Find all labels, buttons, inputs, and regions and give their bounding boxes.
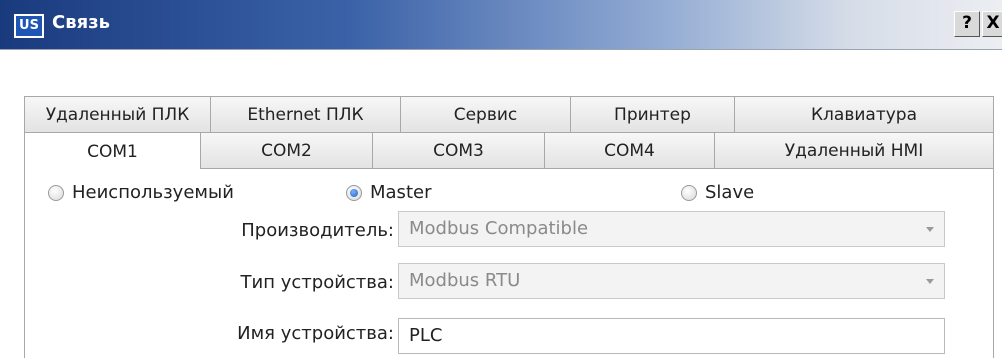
radio-slave-label: Slave bbox=[705, 182, 755, 203]
tab-com1[interactable]: COM1 bbox=[24, 132, 200, 170]
tab-printer[interactable]: Принтер bbox=[570, 96, 734, 132]
device-type-select[interactable]: Modbus RTU bbox=[398, 263, 945, 299]
device-type-value: Modbus RTU bbox=[409, 270, 521, 291]
tab-com4[interactable]: COM4 bbox=[544, 132, 714, 168]
manufacturer-label: Производитель: bbox=[241, 220, 394, 241]
tab-remote-plc[interactable]: Удаленный ПЛК bbox=[24, 96, 210, 132]
radio-slave[interactable]: Slave bbox=[681, 182, 754, 203]
device-name-label: Имя устройства: bbox=[237, 323, 394, 344]
close-button[interactable]: X bbox=[982, 11, 1002, 37]
tab-ethernet-plc[interactable]: Ethernet ПЛК bbox=[210, 96, 400, 132]
manufacturer-value: Modbus Compatible bbox=[409, 218, 589, 239]
radio-unused-circle[interactable] bbox=[48, 184, 64, 201]
tab-com3[interactable]: COM3 bbox=[372, 132, 544, 168]
help-button[interactable]: ? bbox=[954, 11, 980, 37]
device-type-label: Тип устройства: bbox=[240, 272, 394, 293]
device-name-input[interactable]: PLC bbox=[398, 318, 945, 354]
window-title: Связь bbox=[52, 12, 110, 33]
tab-row-back: Удаленный ПЛК Ethernet ПЛК Сервис Принте… bbox=[24, 96, 994, 132]
radio-slave-circle[interactable] bbox=[681, 184, 697, 201]
radio-master[interactable]: Master bbox=[346, 182, 431, 203]
title-bar: US Связь ? X bbox=[0, 0, 1002, 50]
radio-master-label: Master bbox=[370, 182, 432, 203]
tab-remote-hmi[interactable]: Удаленный HMI bbox=[714, 132, 994, 168]
tab-com2[interactable]: COM2 bbox=[200, 132, 372, 168]
radio-unused[interactable]: Неиспользуемый bbox=[48, 182, 234, 203]
radio-master-circle[interactable] bbox=[346, 184, 362, 201]
chevron-down-icon[interactable] bbox=[926, 227, 934, 232]
tab-row-front: COM1 COM2 COM3 COM4 Удаленный HMI bbox=[24, 132, 994, 170]
radio-unused-label: Неиспользуемый bbox=[72, 182, 234, 203]
tab-service[interactable]: Сервис bbox=[400, 96, 570, 132]
chevron-down-icon[interactable] bbox=[926, 279, 934, 284]
tab-keyboard[interactable]: Клавиатура bbox=[734, 96, 994, 132]
app-icon: US bbox=[14, 14, 44, 38]
manufacturer-select[interactable]: Modbus Compatible bbox=[398, 211, 945, 247]
